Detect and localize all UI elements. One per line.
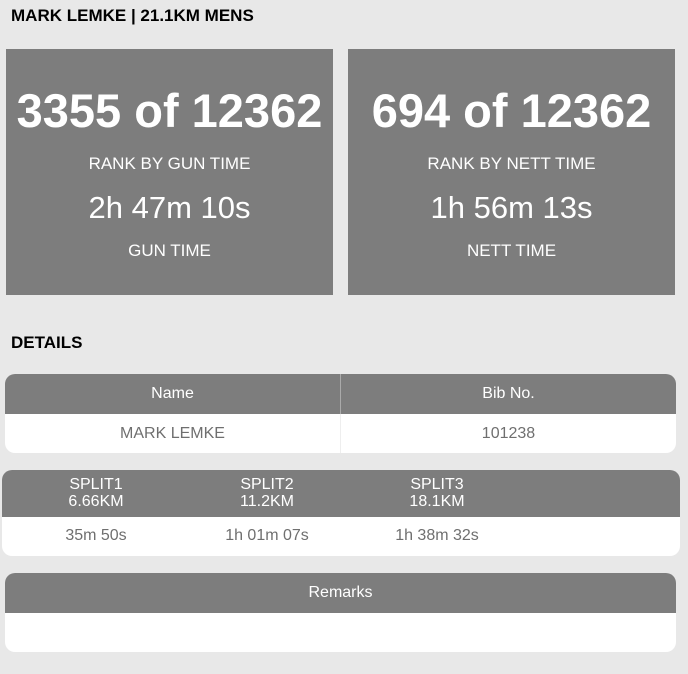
split1-distance: 6.66KM: [68, 493, 124, 510]
split1-time: 35m 50s: [65, 527, 127, 544]
split1-name: SPLIT1: [69, 476, 123, 493]
split3-distance: 18.1KM: [409, 493, 465, 510]
gun-rank-value: 3355 of 12362: [16, 84, 323, 137]
splits-row: 35m 50s 1h 01m 07s 1h 38m 32s: [2, 517, 680, 556]
split1-header: SPLIT1 6.66KM: [41, 476, 151, 510]
nett-rank-value: 694 of 12362: [371, 84, 652, 137]
split2-distance: 11.2KM: [240, 493, 294, 510]
nett-time-card: 694 of 12362 RANK BY NETT TIME 1h 56m 13…: [348, 49, 675, 295]
details-heading: DETAILS: [11, 333, 83, 352]
nett-time-label: NETT TIME: [466, 241, 557, 260]
bib-number-cell: 101238: [340, 414, 676, 453]
splits-table: SPLIT1 6.66KM SPLIT2 11.2KM SPLIT3 18.1K…: [2, 470, 680, 556]
gun-time-value: 2h 47m 10s: [88, 190, 251, 225]
split2-header: SPLIT2 11.2KM: [212, 476, 322, 510]
gun-rank-label: RANK BY GUN TIME: [88, 154, 251, 173]
page-title: MARK LEMKE | 21.1KM MENS: [11, 6, 254, 25]
runner-name-cell: MARK LEMKE: [120, 424, 225, 442]
splits-header-row: SPLIT1 6.66KM SPLIT2 11.2KM SPLIT3 18.1K…: [2, 470, 680, 517]
details-row: MARK LEMKE 101238: [5, 414, 676, 453]
split3-time: 1h 38m 32s: [395, 527, 479, 544]
bib-column-header: Bib No.: [340, 374, 676, 414]
nett-time-value: 1h 56m 13s: [430, 190, 593, 225]
nett-rank-label: RANK BY NETT TIME: [427, 154, 596, 173]
split3-name: SPLIT3: [410, 476, 464, 493]
split2-name: SPLIT2: [240, 476, 294, 493]
split3-header: SPLIT3 18.1KM: [382, 476, 492, 510]
remarks-table: Remarks: [5, 573, 676, 652]
remarks-value: [5, 613, 676, 652]
name-column-header: Name: [151, 385, 194, 402]
details-header-row: Name Bib No.: [5, 374, 676, 414]
gun-time-card: 3355 of 12362 RANK BY GUN TIME 2h 47m 10…: [6, 49, 333, 295]
split2-time: 1h 01m 07s: [225, 527, 309, 544]
details-table: Name Bib No. MARK LEMKE 101238: [5, 374, 676, 453]
remarks-header: Remarks: [5, 573, 676, 613]
gun-time-label: GUN TIME: [128, 241, 211, 260]
